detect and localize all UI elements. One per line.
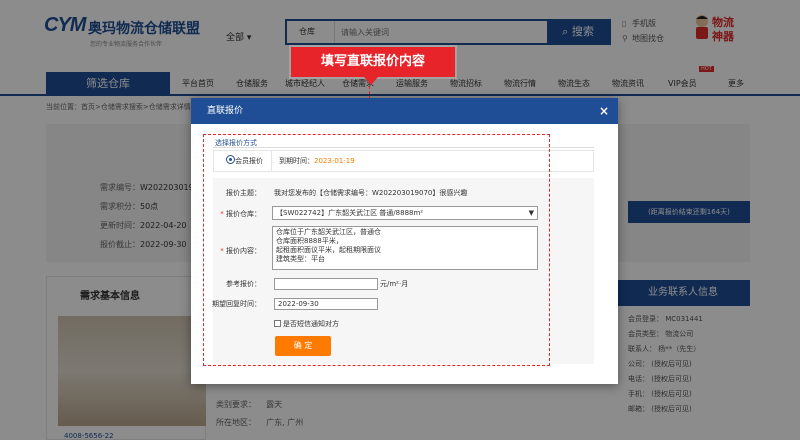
annotation-highlight-box bbox=[203, 134, 550, 366]
page: CYM 奥玛物流仓储联盟 您的专业物流服务合作伙伴 全部 ▾ 仓库 ⌕ 搜索 ▯… bbox=[0, 0, 800, 440]
direct-quote-dialog: 直联报价 × 选择报价方式 会员报价 到期时间：2023-01-19 报价主题：… bbox=[191, 98, 618, 384]
close-icon[interactable]: × bbox=[596, 102, 612, 120]
dialog-title: 直联报价 bbox=[191, 98, 618, 124]
annotation-callout: 填写直联报价内容 bbox=[291, 47, 455, 77]
annotation-arrow-icon bbox=[364, 77, 378, 85]
